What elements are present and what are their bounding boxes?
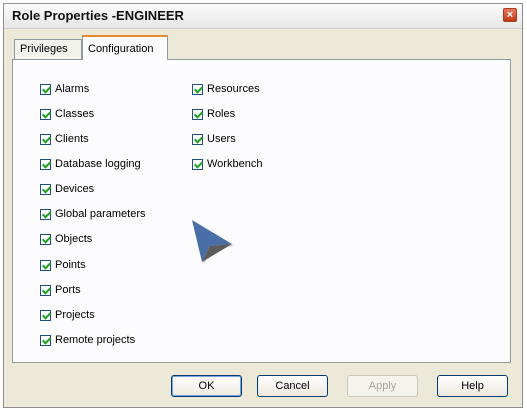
checkbox-workbench[interactable]: Workbench [192,156,262,172]
checkbox-label: Database logging [55,158,141,170]
title-bar[interactable]: Role Properties -ENGINEER × [4,4,522,29]
checkmark-icon[interactable] [40,108,51,120]
checkmark-icon[interactable] [40,133,51,145]
checkbox-label: Points [55,259,86,271]
checkbox-label: Objects [55,233,93,245]
checkbox-label: Remote projects [55,334,136,346]
checkmark-icon[interactable] [192,133,203,145]
checkbox-users[interactable]: Users [192,131,236,147]
tab-privileges[interactable]: Privileges [14,39,82,59]
checkbox-label: Alarms [55,83,90,95]
checkbox-alarms[interactable]: Alarms [40,81,89,97]
dialog-title: Role Properties -ENGINEER [12,8,184,23]
checkbox-resources[interactable]: Resources [192,81,260,97]
tab-configuration[interactable]: Configuration [82,35,168,60]
checkbox-label: Classes [55,108,95,120]
checkmark-icon[interactable] [192,83,203,95]
checkbox-remote-projects[interactable]: Remote projects [40,332,135,348]
checkbox-database-logging[interactable]: Database logging [40,156,141,172]
checkmark-icon[interactable] [40,83,51,95]
checkmark-icon[interactable] [40,334,51,346]
ok-button[interactable]: OK [171,375,242,397]
checkmark-icon[interactable] [192,158,203,170]
checkmark-icon[interactable] [40,309,51,321]
checkmark-icon[interactable] [40,208,51,220]
checkmark-icon[interactable] [40,284,51,296]
mouse-pointer-icon [192,220,234,264]
checkbox-objects[interactable]: Objects [40,231,92,247]
checkbox-points[interactable]: Points [40,257,86,273]
checkmark-icon[interactable] [40,158,51,170]
checkbox-roles[interactable]: Roles [192,106,235,122]
checkmark-icon[interactable] [40,259,51,271]
checkbox-label: Roles [207,108,236,120]
checkbox-label: Ports [55,284,81,296]
checkbox-label: Users [207,133,236,145]
checkmark-icon[interactable] [40,183,51,195]
checkbox-projects[interactable]: Projects [40,307,95,323]
cancel-button[interactable]: Cancel [257,375,328,397]
checkbox-ports[interactable]: Ports [40,282,81,298]
checkmark-icon[interactable] [192,108,203,120]
checkbox-label: Global parameters [55,208,146,220]
close-icon[interactable]: × [503,8,517,22]
checkbox-label: Clients [55,133,89,145]
checkbox-clients[interactable]: Clients [40,131,89,147]
checkbox-label: Projects [55,309,95,321]
checkbox-global-parameters[interactable]: Global parameters [40,206,146,222]
checkbox-label: Resources [207,83,260,95]
checkbox-label: Workbench [207,158,263,170]
help-button[interactable]: Help [437,375,508,397]
checkbox-classes[interactable]: Classes [40,106,94,122]
checkbox-devices[interactable]: Devices [40,181,94,197]
checkmark-icon[interactable] [40,233,51,245]
apply-button[interactable]: Apply [347,375,418,397]
checkbox-label: Devices [55,183,95,195]
